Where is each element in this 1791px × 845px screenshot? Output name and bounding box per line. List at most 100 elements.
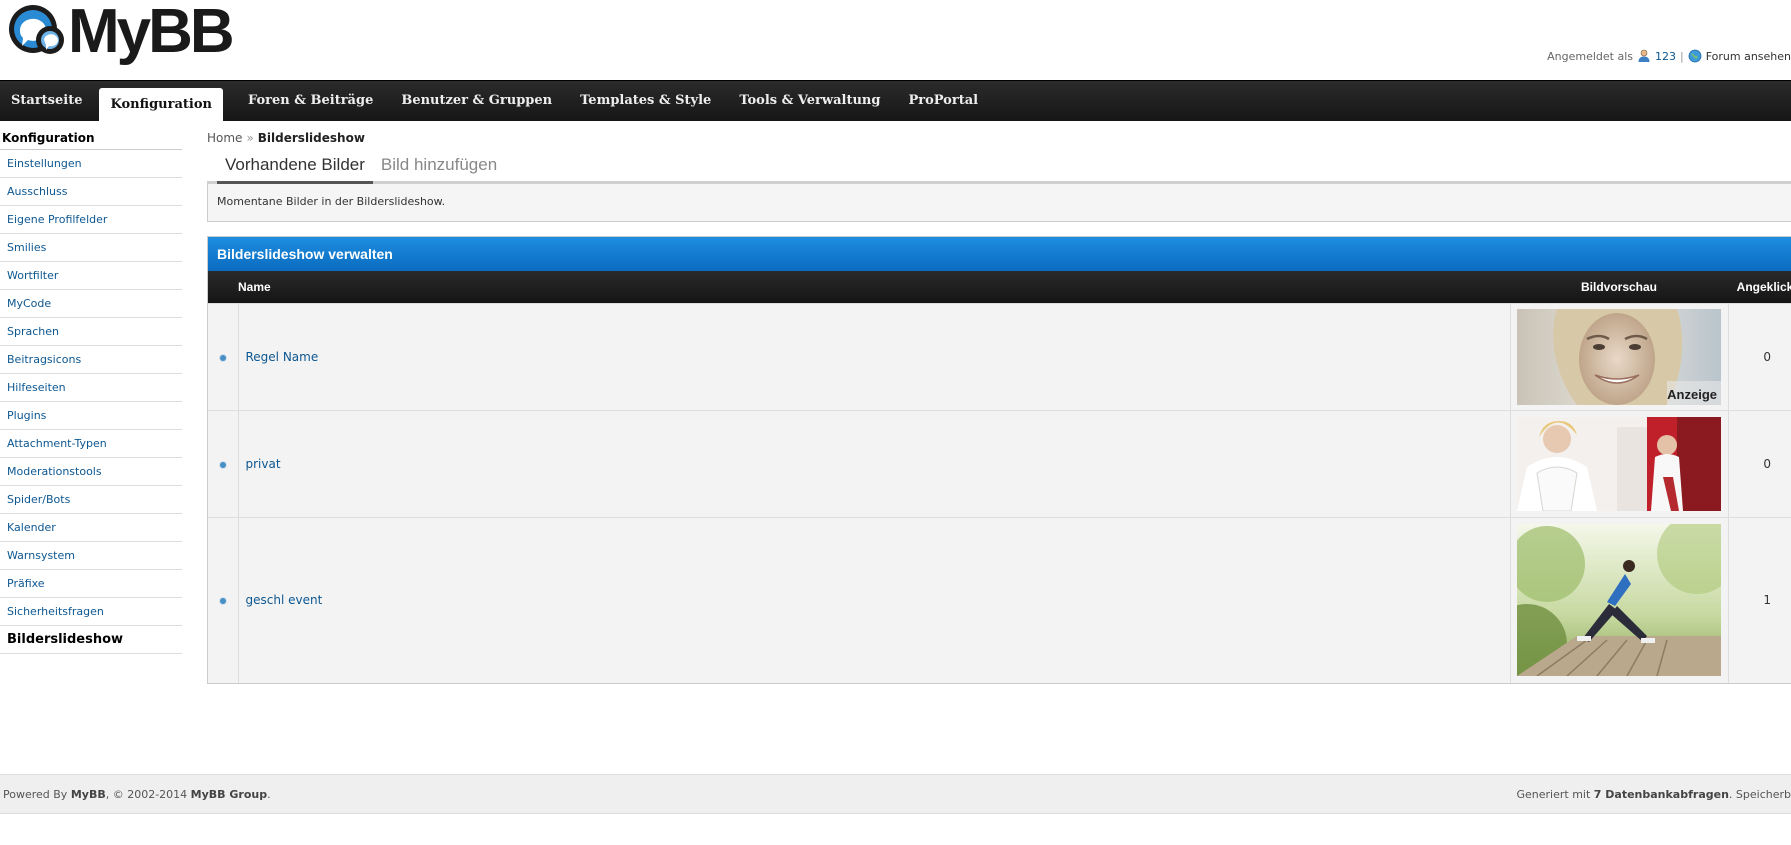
column-header-name: Name [238, 271, 1510, 303]
sidebar-item-wortfilter[interactable]: Wortfilter [0, 262, 182, 290]
table-row: geschl event 1 [208, 516, 1791, 683]
woman-stretching-image [1517, 524, 1721, 677]
menu-item-templates[interactable]: Templates & Style [569, 81, 728, 121]
image-preview[interactable] [1517, 524, 1721, 677]
query-count: 7 Datenbankabfragen [1593, 788, 1729, 801]
row-bullet [208, 302, 239, 410]
mybb-logo[interactable]: MyBB [6, 0, 235, 66]
powered-by-prefix: Powered By [3, 788, 68, 801]
welcome-bar: Angemeldet als 123 | Forum ansehen [1547, 49, 1791, 63]
menu-item-startseite[interactable]: Startseite [0, 81, 99, 121]
sidebar-item-moderationstools[interactable]: Moderationstools [0, 458, 182, 486]
sidebar-item-ausschluss[interactable]: Ausschluss [0, 178, 182, 206]
sidebar-link[interactable]: Kalender [7, 521, 56, 534]
bullet-icon [219, 598, 226, 605]
sidebar-link[interactable]: Smilies [7, 241, 46, 254]
view-forum-link[interactable]: Forum ansehen [1706, 50, 1791, 63]
user-icon [1638, 49, 1650, 62]
mybb-link[interactable]: MyBB [71, 788, 106, 801]
mybb-group-text: MyBB Group [190, 788, 268, 801]
row-clicked-cell: 1 [1728, 516, 1791, 683]
menu-item-tools[interactable]: Tools & Verwaltung [728, 81, 897, 121]
sidebar-link[interactable]: Plugins [7, 409, 46, 422]
sidebar-item-warnsystem[interactable]: Warnsystem [0, 542, 182, 570]
row-preview-cell [1510, 516, 1729, 683]
generated-prefix: Generiert mit [1516, 788, 1591, 801]
menu-item-benutzer[interactable]: Benutzer & Gruppen [390, 81, 569, 121]
logo-text: MyBB [68, 0, 235, 66]
sidebar-item-beitragsicons[interactable]: Beitragsicons [0, 346, 182, 374]
mybb-link-text: MyBB [70, 788, 106, 801]
sidebar: Konfiguration Einstellungen Ausschluss E… [0, 122, 182, 654]
tab-bild-hinzufuegen[interactable]: Bild hinzufügen [373, 155, 505, 181]
breadcrumb-current: Bilderslideshow [257, 131, 365, 145]
sidebar-item-kalender[interactable]: Kalender [0, 514, 182, 542]
column-header-bullet [208, 271, 238, 303]
sidebar-link[interactable]: Wortfilter [7, 269, 58, 282]
sidebar-item-smilies[interactable]: Smilies [0, 234, 182, 262]
sidebar-item-bilderslideshow[interactable]: Bilderslideshow [0, 626, 182, 654]
sidebar-link[interactable]: Sprachen [7, 325, 59, 338]
row-bullet [208, 516, 239, 683]
photo-collage-image [1517, 416, 1721, 511]
row-preview-cell [1510, 409, 1729, 517]
sidebar-link[interactable]: Hilfeseiten [7, 381, 66, 394]
sidebar-link[interactable]: Einstellungen [7, 157, 82, 170]
sidebar-item-profilfelder[interactable]: Eigene Profilfelder [0, 206, 182, 234]
sidebar-item-einstellungen[interactable]: Einstellungen [0, 150, 182, 178]
sidebar-item-sicherheitsfragen[interactable]: Sicherheitsfragen [0, 598, 182, 626]
menu-item-proportal[interactable]: ProPortal [897, 81, 995, 121]
row-name-cell: Regel Name [238, 302, 1511, 410]
footer-period: . [267, 788, 271, 801]
header: MyBB Angemeldet als 123 | Forum ansehen [0, 0, 1791, 80]
breadcrumb-home[interactable]: Home [207, 131, 242, 145]
sidebar-link[interactable]: Präfixe [7, 577, 45, 590]
sidebar-item-mycode[interactable]: MyCode [0, 290, 182, 318]
table-row: Regel Name Anzeige 0 [208, 302, 1791, 410]
footer-stats: Generiert mit 7 Datenbankabfragen. Speic… [1516, 788, 1791, 801]
footer: Powered By MyBB, © 2002-2014 MyBB Group.… [0, 774, 1791, 814]
image-preview[interactable]: Anzeige [1517, 308, 1721, 405]
copyright-years: , © 2002-2014 [105, 788, 188, 801]
breadcrumb-separator: » [246, 131, 254, 145]
image-name-link[interactable]: Regel Name [246, 350, 319, 364]
sidebar-link[interactable]: Ausschluss [7, 185, 67, 198]
bullet-icon [219, 461, 226, 468]
tab-vorhandene-bilder[interactable]: Vorhandene Bilder [217, 155, 373, 184]
row-bullet [208, 409, 239, 517]
sidebar-item-spider-bots[interactable]: Spider/Bots [0, 486, 182, 514]
welcome-prefix: Angemeldet als [1547, 49, 1633, 63]
sidebar-item-hilfeseiten[interactable]: Hilfeseiten [0, 374, 182, 402]
mybb-group-link[interactable]: MyBB Group [191, 788, 267, 801]
column-header-preview: Bildvorschau [1510, 271, 1728, 303]
sidebar-link[interactable]: Sicherheitsfragen [7, 605, 104, 618]
sidebar-link[interactable]: Spider/Bots [7, 493, 70, 506]
main-menu: Startseite Konfiguration Foren & Beiträg… [0, 80, 1791, 121]
sidebar-link[interactable]: Eigene Profilfelder [7, 213, 107, 226]
sidebar-link[interactable]: MyCode [7, 297, 51, 310]
globe-icon [1688, 49, 1702, 63]
sidebar-link[interactable]: Attachment-Typen [7, 437, 107, 450]
sidebar-item-plugins[interactable]: Plugins [0, 402, 182, 430]
footer-copyright: Powered By MyBB, © 2002-2014 MyBB Group. [3, 788, 271, 801]
username-link[interactable]: 123 [1655, 50, 1676, 63]
sidebar-item-sprachen[interactable]: Sprachen [0, 318, 182, 346]
image-preview[interactable] [1517, 416, 1721, 511]
sidebar-item-attachment-typen[interactable]: Attachment-Typen [0, 430, 182, 458]
sidebar-link[interactable]: Warnsystem [7, 549, 75, 562]
image-name-link[interactable]: geschl event [246, 593, 323, 607]
sidebar-link[interactable]: Moderationstools [7, 465, 102, 478]
sidebar-item-praefixe[interactable]: Präfixe [0, 570, 182, 598]
row-name-cell: geschl event [238, 516, 1511, 683]
image-name-link[interactable]: privat [246, 457, 281, 471]
slideshow-panel: Bilderslideshow verwalten Name Bildvorsc… [207, 236, 1791, 684]
menu-item-konfiguration[interactable]: Konfiguration [99, 88, 223, 121]
row-preview-cell: Anzeige [1510, 302, 1729, 410]
sidebar-title: Konfiguration [0, 122, 182, 150]
menu-item-foren[interactable]: Foren & Beiträge [237, 81, 390, 121]
memory-prefix: . Speicherb [1728, 788, 1791, 801]
main-content: Home » Bilderslideshow Vorhandene Bilder B… [207, 122, 1791, 684]
row-clicked-cell: 0 [1728, 302, 1791, 410]
row-name-cell: privat [238, 409, 1511, 517]
sidebar-link[interactable]: Beitragsicons [7, 353, 81, 366]
